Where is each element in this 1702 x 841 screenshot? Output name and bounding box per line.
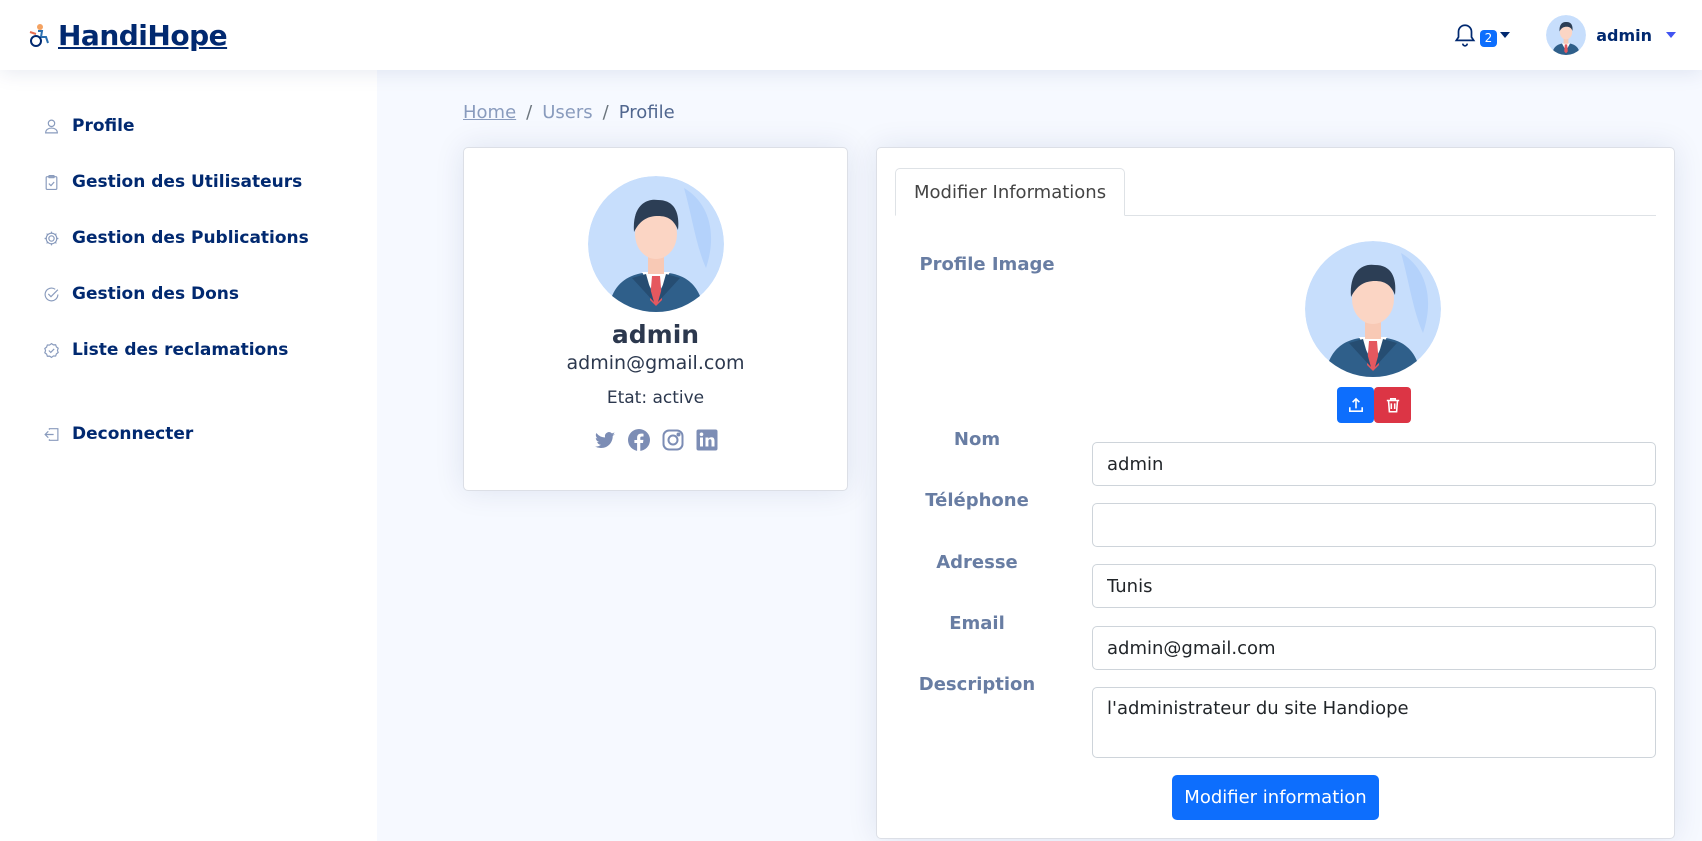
sidebar-item-gestion-dons[interactable]: Gestion des Dons xyxy=(0,266,377,322)
sidebar-item-profile[interactable]: Profile xyxy=(0,98,377,154)
sidebar-item-label: Deconnecter xyxy=(72,424,194,444)
breadcrumb-separator: / xyxy=(526,102,533,123)
sidebar-item-label: Liste des reclamations xyxy=(72,340,289,360)
tabs: Modifier Informations xyxy=(895,168,1656,216)
telephone-label: Téléphone xyxy=(925,490,1029,511)
instagram-icon[interactable] xyxy=(661,428,685,452)
profile-name: admin xyxy=(611,320,700,349)
adresse-field[interactable] xyxy=(1092,564,1656,608)
email-label: Email xyxy=(949,613,1005,634)
tab-modifier-informations[interactable]: Modifier Informations xyxy=(895,168,1126,216)
twitter-icon[interactable] xyxy=(593,428,617,452)
user-avatar-icon xyxy=(1305,241,1441,377)
sidebar-item-logout[interactable]: Deconnecter xyxy=(0,406,377,462)
avatar xyxy=(587,176,724,312)
nom-label: Nom xyxy=(953,429,1001,450)
wheelchair-logo-icon xyxy=(29,24,49,47)
notifications-button[interactable]: 2 xyxy=(1452,22,1511,48)
user-avatar-icon xyxy=(587,176,724,312)
user-menu[interactable]: admin xyxy=(1546,15,1676,55)
sidebar-item-gestion-publications[interactable]: Gestion des Publications xyxy=(0,210,377,266)
check-circle-icon xyxy=(40,283,62,305)
profile-status: Etat: active xyxy=(606,388,705,408)
breadcrumb-separator: / xyxy=(602,102,609,123)
logo[interactable]: HandiHope xyxy=(26,18,228,52)
upload-image-button[interactable] xyxy=(1337,387,1374,423)
clipboard-check-icon xyxy=(40,171,62,193)
box-arrow-in-left-icon xyxy=(40,423,62,445)
profile-email: admin@gmail.com xyxy=(566,352,745,374)
logo-text: HandiHope xyxy=(58,18,228,52)
description-label: Description xyxy=(918,674,1036,695)
sidebar-item-label: Profile xyxy=(72,116,135,136)
breadcrumb-current: Profile xyxy=(618,102,675,123)
profile-image-label: Profile Image xyxy=(919,254,1055,275)
sidebar-item-label: Gestion des Utilisateurs xyxy=(72,172,303,192)
sidebar: Profile Gestion des Utilisateurs Gestion… xyxy=(0,70,377,841)
nom-field[interactable] xyxy=(1092,442,1656,486)
notification-badge: 2 xyxy=(1479,29,1498,47)
linkedin-icon[interactable] xyxy=(695,428,719,452)
user-name: admin xyxy=(1596,25,1652,45)
avatar xyxy=(1546,15,1587,55)
breadcrumb-users[interactable]: Users xyxy=(542,102,592,123)
top-header: HandiHope 2 admin xyxy=(0,0,1702,70)
user-avatar-icon xyxy=(1546,15,1587,55)
chevron-down-icon xyxy=(1500,32,1511,38)
profile-image-preview xyxy=(1305,241,1441,377)
breadcrumb-home[interactable]: Home xyxy=(463,102,516,123)
patch-check-icon xyxy=(40,339,62,361)
trash-icon xyxy=(1386,398,1399,413)
breadcrumb: Home / Users / Profile xyxy=(463,102,675,123)
modifier-information-button[interactable]: Modifier information xyxy=(1172,775,1379,820)
header-right: 2 admin xyxy=(1452,0,1676,70)
email-field[interactable] xyxy=(1092,626,1656,670)
sidebar-item-label: Gestion des Publications xyxy=(72,228,309,248)
telephone-field[interactable] xyxy=(1092,503,1656,547)
edit-profile-card: Modifier Informations Profile Image Nom … xyxy=(876,147,1675,839)
chevron-down-icon xyxy=(1666,32,1676,38)
sidebar-item-label: Gestion des Dons xyxy=(72,284,240,304)
bell-icon xyxy=(1454,24,1475,47)
gear-icon xyxy=(40,227,62,249)
social-links xyxy=(464,428,847,452)
sidebar-item-gestion-utilisateurs[interactable]: Gestion des Utilisateurs xyxy=(0,154,377,210)
sidebar-item-reclamations[interactable]: Liste des reclamations xyxy=(0,322,377,378)
adresse-label: Adresse xyxy=(936,552,1018,573)
description-field[interactable]: l'administrateur du site Handiope xyxy=(1092,687,1656,758)
delete-image-button[interactable] xyxy=(1374,387,1411,423)
person-icon xyxy=(40,115,62,137)
upload-icon xyxy=(1348,397,1363,412)
facebook-icon[interactable] xyxy=(627,428,651,452)
profile-card: admin admin@gmail.com Etat: active xyxy=(463,147,848,491)
